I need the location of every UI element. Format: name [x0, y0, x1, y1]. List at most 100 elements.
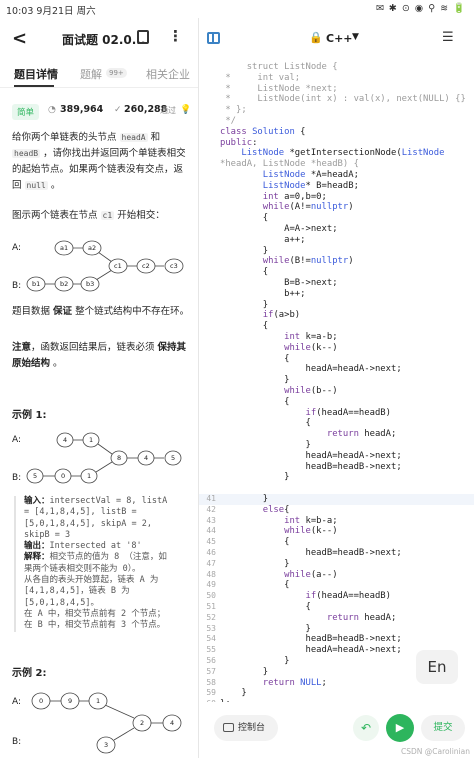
code-line[interactable]: 54 headB=headB->next; — [199, 634, 474, 645]
code-line[interactable]: headB=headB->next; — [199, 462, 474, 473]
editor-toolbar: 🔒 C++ ▼ ☰ — [199, 28, 474, 52]
svg-text:9: 9 — [68, 697, 72, 705]
terminal-icon — [223, 723, 234, 732]
code-line[interactable]: int a=0,b=0; — [199, 192, 474, 203]
code-line[interactable]: public: — [199, 138, 474, 149]
code-line[interactable]: while(A!=nullptr) — [199, 202, 474, 213]
code-line[interactable]: } — [199, 440, 474, 451]
code-line[interactable]: 41 } — [199, 494, 474, 505]
code-text: headB=headB->next; — [220, 634, 402, 645]
ex2-node-a-0: 0 — [31, 692, 51, 710]
code-text: * ListNode *next; — [220, 83, 338, 94]
more-icon[interactable]: ⋮ — [168, 27, 183, 45]
console-button[interactable]: 控制台 — [214, 715, 278, 741]
code-line[interactable]: while(B!=nullptr) — [199, 256, 474, 267]
code-line[interactable]: 53 } — [199, 624, 474, 635]
code-line[interactable]: 47 } — [199, 559, 474, 570]
code-line[interactable]: 49 { — [199, 580, 474, 591]
svg-text:c3: c3 — [170, 262, 178, 270]
hint-bulb-icon[interactable]: 💡 — [180, 105, 191, 115]
code-line[interactable]: ListNode *A=headA; — [199, 170, 474, 181]
code-line[interactable]: headA=headA->next; — [199, 364, 474, 375]
diagram-label-b: B: — [12, 281, 21, 291]
code-line[interactable]: * ListNode *next; — [199, 84, 474, 95]
code-line[interactable]: 59 } — [199, 688, 474, 699]
code-line[interactable] — [199, 483, 474, 494]
code-line[interactable]: 45 { — [199, 537, 474, 548]
code-line[interactable]: 48 while(a--) — [199, 570, 474, 581]
example-1-diagram-svg: A: B: 4 1 5 0 1 8 4 5 — [12, 432, 182, 484]
code-line[interactable]: { — [199, 397, 474, 408]
line-number: 45 — [206, 537, 216, 547]
code-line[interactable]: { — [199, 321, 474, 332]
code-text: } — [220, 623, 311, 634]
settings-sliders-icon[interactable]: ☰ — [442, 30, 454, 45]
code-line[interactable]: while(k--) — [199, 343, 474, 354]
code-line[interactable]: * }; — [199, 105, 474, 116]
svg-text:0: 0 — [61, 472, 65, 480]
code-line[interactable]: } — [199, 472, 474, 483]
code-text: { — [220, 213, 269, 224]
code-line[interactable]: if(headA==headB) — [199, 408, 474, 419]
ex1-node-b-1: 0 — [54, 468, 72, 484]
language-select[interactable]: C++ — [326, 32, 353, 45]
code-line[interactable]: a++; — [199, 235, 474, 246]
code-line[interactable]: { — [199, 418, 474, 429]
code-line[interactable]: { — [199, 213, 474, 224]
code-editor[interactable]: struct ListNode { * int val; * ListNode … — [199, 62, 474, 702]
chevron-down-icon[interactable]: ▼ — [352, 32, 359, 42]
code-line[interactable]: ListNode* B=headB; — [199, 181, 474, 192]
code-line[interactable]: return headA; — [199, 429, 474, 440]
code-line[interactable]: headA=headA->next; — [199, 451, 474, 462]
code-line[interactable]: 50 if(headA==headB) — [199, 591, 474, 602]
example-1-output: 输出：Intersected at '8' — [24, 541, 142, 552]
code-line[interactable]: { — [199, 354, 474, 365]
reset-code-button[interactable]: ↶ — [353, 715, 379, 741]
back-button[interactable]: < — [12, 28, 27, 49]
code-line[interactable]: 60}; — [199, 699, 474, 702]
code-line[interactable]: if(a>b) — [199, 310, 474, 321]
code-line[interactable]: 46 headB=headB->next; — [199, 548, 474, 559]
svg-text:5: 5 — [33, 472, 37, 480]
submit-button[interactable]: 提交 — [421, 715, 465, 741]
code-line[interactable]: struct ListNode { — [199, 62, 474, 73]
node-c2: c2 — [136, 258, 156, 274]
code-line[interactable]: class Solution { — [199, 127, 474, 138]
code-line[interactable]: 43 int k=b-a; — [199, 516, 474, 527]
ex1-node-a-1: 1 — [82, 432, 100, 448]
code-line[interactable]: A=A->next; — [199, 224, 474, 235]
bookmark-icon[interactable] — [137, 30, 149, 44]
svg-text:b3: b3 — [86, 280, 94, 288]
code-line[interactable]: ListNode *getIntersectionNode(ListNode — [199, 148, 474, 159]
tab-companies[interactable]: 相关企业 — [146, 66, 190, 82]
code-line[interactable]: } — [199, 246, 474, 257]
code-line[interactable]: { — [199, 267, 474, 278]
run-button[interactable]: ▶ — [386, 714, 414, 742]
code-line[interactable]: b++; — [199, 289, 474, 300]
ime-language-button[interactable]: En — [416, 650, 458, 684]
code-text: headB=headB->next; — [220, 548, 402, 558]
code-line[interactable]: 51 { — [199, 602, 474, 613]
line-number: 46 — [206, 548, 216, 557]
code-line[interactable]: B=B->next; — [199, 278, 474, 289]
code-headB: headB — [12, 149, 41, 158]
tab-description[interactable]: 题目详情 — [14, 66, 58, 82]
code-line[interactable]: 52 return headA; — [199, 613, 474, 624]
code-line[interactable]: int k=a-b; — [199, 332, 474, 343]
code-line[interactable]: } — [199, 300, 474, 311]
code-line[interactable]: 44 while(k--) — [199, 526, 474, 537]
code-line[interactable]: *headA, ListNode *headB) { — [199, 159, 474, 170]
code-line[interactable]: * ListNode(int x) : val(x), next(NULL) {… — [199, 94, 474, 105]
code-line[interactable]: } — [199, 375, 474, 386]
code-line[interactable]: * int val; — [199, 73, 474, 84]
status-indicators: ✉ ✱ ⊙ ◉ ⚲ ≋ 🔋 — [375, 3, 466, 14]
code-text: * ListNode(int x) : val(x), next(NULL) {… — [220, 94, 466, 105]
code-line[interactable]: */ — [199, 116, 474, 127]
active-tab-indicator — [14, 85, 54, 87]
tab-solutions[interactable]: 题解 — [80, 66, 102, 82]
toggle-panel-icon[interactable] — [207, 32, 220, 44]
code-line[interactable]: while(b--) — [199, 386, 474, 397]
code-text: if(headA==headB) — [305, 591, 392, 602]
code-text: } — [220, 688, 247, 699]
code-line[interactable]: 42 else{ — [199, 505, 474, 516]
